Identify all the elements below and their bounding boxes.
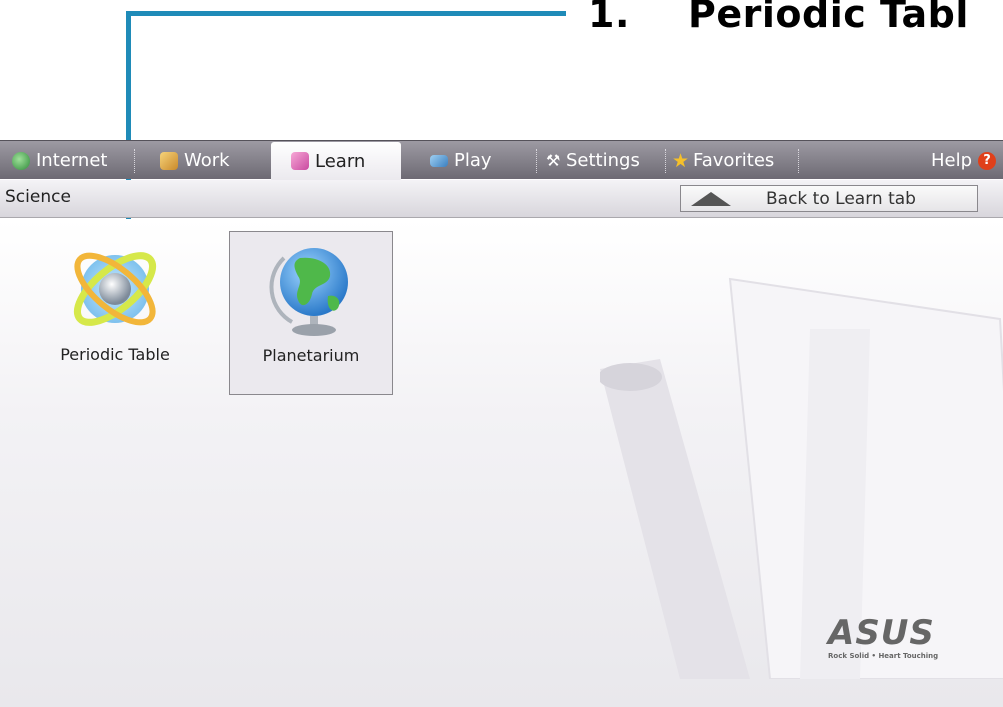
up-arrow-icon [691,192,731,206]
app-label: Planetarium [262,346,360,365]
back-to-learn-button[interactable]: Back to Learn tab [680,185,978,212]
help-button[interactable]: Help ? [931,141,997,180]
tab-bar: Internet Work Learn Play ⚒ Settings ★ Fa… [0,140,1003,180]
tab-separator [665,149,666,173]
tab-learn[interactable]: Learn [271,142,401,180]
tab-separator [134,149,135,173]
app-periodic-table[interactable]: Periodic Table [33,231,197,395]
category-title: Science [5,187,71,207]
tab-settings[interactable]: ⚒ Settings [546,141,640,180]
back-button-label: Back to Learn tab [766,189,916,209]
tab-label: Work [184,150,230,171]
work-icon [160,151,178,170]
brand-logo-text: ASUS [828,613,935,653]
tab-play[interactable]: Play [430,141,492,180]
globe-icon [12,151,30,170]
asus-logo: ASUS Rock Solid • Heart Touching [828,616,968,660]
category-bar: Science Back to Learn tab [0,180,1003,218]
play-icon [430,154,448,167]
tab-label: Learn [315,150,366,172]
help-label: Help [931,150,973,171]
globe-stand-icon [269,248,348,336]
tab-separator [536,149,537,173]
callout-title: 1. Periodic Tabl [588,0,969,36]
app-label: Periodic Table [60,345,170,364]
tab-label: Internet [36,150,108,171]
tab-internet[interactable]: Internet [12,141,107,180]
app-grid-area: Periodic Table Planetarium ASUS Rock Sol… [0,219,1003,707]
callout-text: Periodic Tabl [688,0,969,36]
tab-favorites[interactable]: ★ Favorites [672,141,774,180]
star-icon: ★ [672,149,690,172]
brand-tagline: Rock Solid • Heart Touching [828,652,939,660]
wrench-icon: ⚒ [546,150,561,170]
callout-arrow-line [126,11,566,16]
tab-label: Play [454,150,492,171]
app-planetarium[interactable]: Planetarium [229,231,393,395]
help-icon: ? [978,151,997,170]
tab-separator [798,149,799,173]
tab-work[interactable]: Work [160,141,230,180]
tab-label: Settings [566,150,640,171]
callout-number: 1. [588,0,630,36]
atom-icon [73,252,157,326]
learn-icon [291,152,309,170]
tab-label: Favorites [693,150,775,171]
